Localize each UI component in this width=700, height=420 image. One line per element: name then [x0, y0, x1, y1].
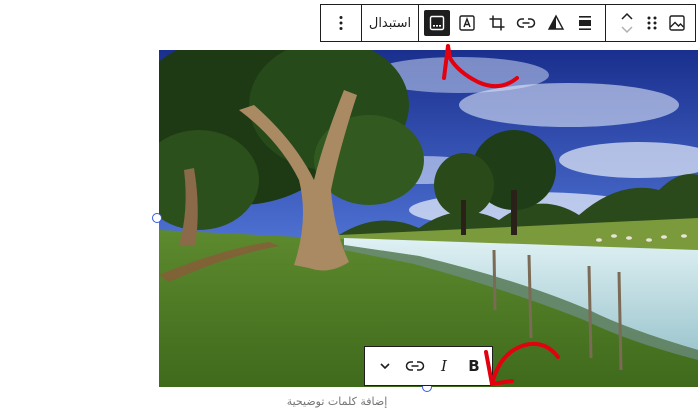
crop-button[interactable] — [483, 5, 511, 41]
text-overlay-button[interactable] — [453, 5, 481, 41]
italic-button[interactable]: I — [431, 347, 457, 385]
more-options-icon — [339, 16, 343, 30]
caption-icon — [429, 15, 445, 31]
toolbar-divider — [361, 5, 362, 41]
drag-handle[interactable] — [638, 5, 666, 41]
drag-handle-icon — [647, 16, 657, 30]
caption-placeholder: إضافة كلمات توضيحية — [286, 395, 388, 408]
duotone-filter-icon — [547, 14, 565, 30]
toolbar-divider — [418, 5, 419, 41]
more-formats-button[interactable] — [371, 347, 399, 385]
resize-handle-left[interactable] — [152, 213, 162, 223]
caption-button[interactable] — [424, 10, 450, 36]
link-icon — [405, 361, 425, 371]
link-button[interactable] — [512, 5, 540, 41]
bold-button[interactable]: B — [461, 347, 487, 385]
duotone-button[interactable] — [542, 5, 570, 41]
more-options-button[interactable] — [327, 5, 355, 41]
chevron-down-icon — [380, 363, 390, 370]
format-link-button[interactable] — [400, 347, 430, 385]
link-icon — [516, 18, 536, 28]
replace-label: استبدال — [368, 15, 412, 31]
bold-label: B — [468, 357, 480, 375]
format-toolbar: I B — [364, 346, 493, 386]
crop-icon — [489, 15, 505, 31]
selected-image[interactable] — [159, 50, 698, 387]
move-up-down-button[interactable] — [613, 5, 641, 41]
block-type-button[interactable] — [663, 5, 691, 41]
replace-button[interactable]: استبدال — [365, 5, 415, 41]
toolbar-divider — [605, 5, 606, 41]
image-block-icon — [669, 15, 685, 31]
block-toolbar: استبدال — [320, 4, 696, 42]
caption-field[interactable]: إضافة كلمات توضيحية — [0, 395, 700, 408]
move-up-down-icon — [621, 12, 633, 34]
align-button[interactable] — [571, 5, 599, 41]
italic-label: I — [441, 357, 447, 375]
landscape-photo — [159, 50, 698, 387]
align-icon — [579, 16, 591, 30]
text-overlay-icon — [459, 15, 475, 31]
